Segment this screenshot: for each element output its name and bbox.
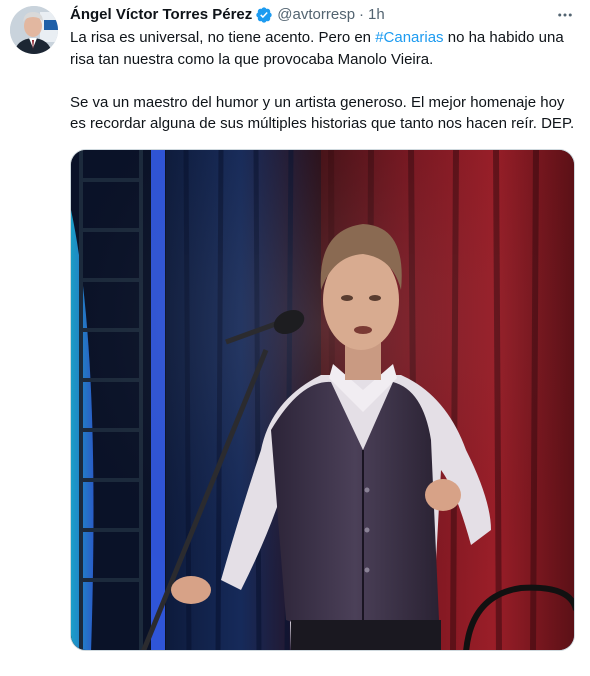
photo-performer-on-stage (71, 149, 574, 650)
avatar-image (10, 6, 58, 54)
more-options-icon[interactable] (554, 4, 576, 26)
author-handle[interactable]: @avtorresp (277, 5, 355, 25)
author-name[interactable]: Ángel Víctor Torres Pérez (70, 5, 252, 25)
hashtag-link[interactable]: #Canarias (375, 29, 443, 46)
tweet-header: Ángel Víctor Torres Pérez @avtorresp · 1… (70, 4, 576, 26)
tweet-paragraph-2: Se va un maestro del humor y un artista … (70, 93, 575, 133)
header-separator: · (359, 6, 365, 23)
tweet-text-part: La risa es universal, no tiene acento. P… (70, 29, 376, 46)
author-avatar[interactable] (10, 6, 58, 54)
verified-badge-icon[interactable] (255, 6, 273, 24)
tweet-paragraph-1: La risa es universal, no tiene acento. P… (70, 27, 576, 70)
tweet-photo[interactable] (70, 148, 575, 651)
tweet-timestamp[interactable]: 1h (368, 5, 385, 25)
tweet-content: Ángel Víctor Torres Pérez @avtorresp · 1… (70, 4, 576, 676)
tweet[interactable]: Ángel Víctor Torres Pérez @avtorresp · 1… (0, 0, 590, 676)
tweet-text: La risa es universal, no tiene acento. P… (70, 27, 576, 135)
